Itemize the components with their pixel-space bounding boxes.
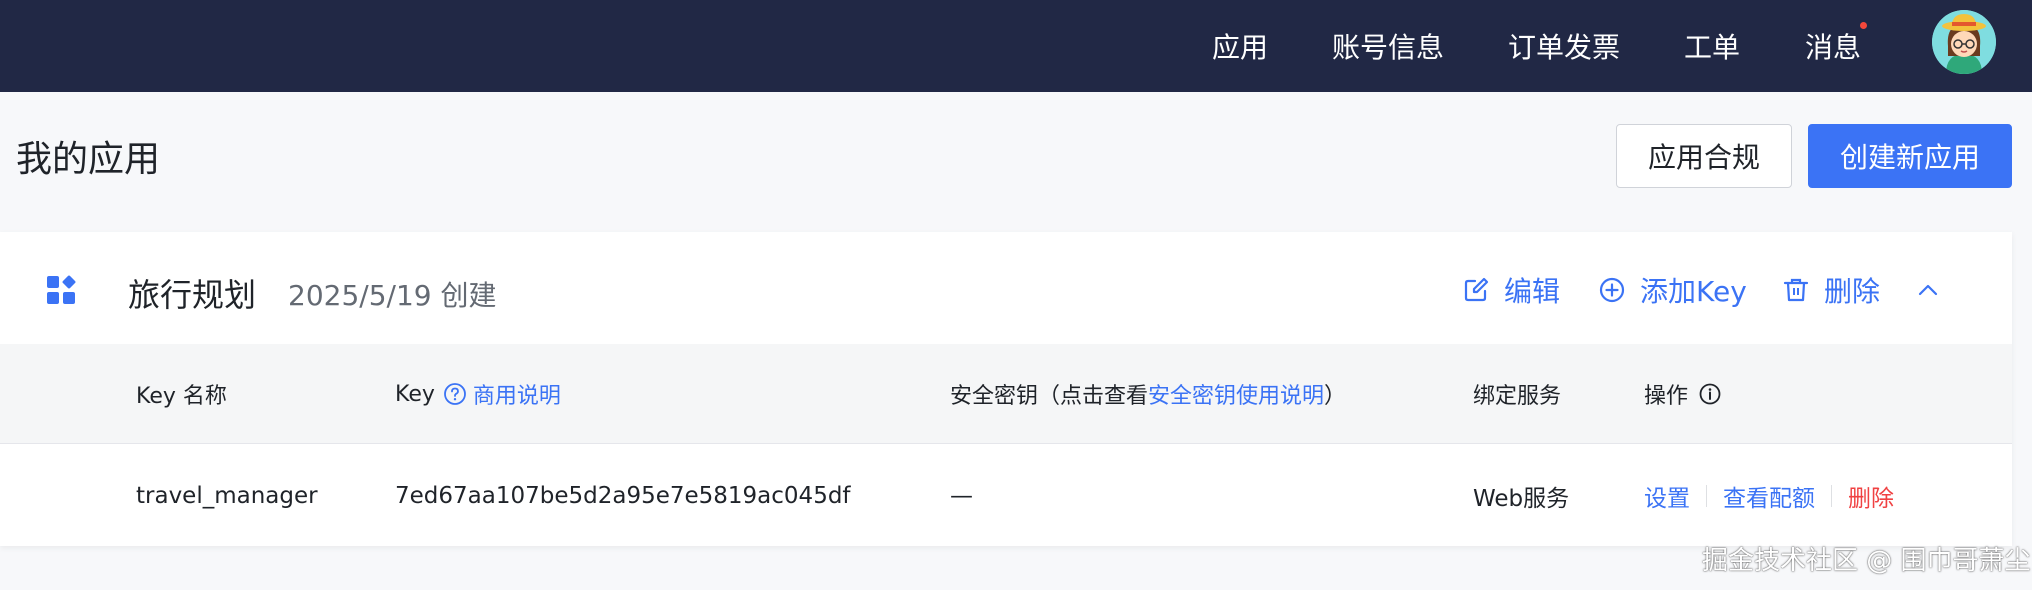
app-card: 旅行规划 2025/5/19 创建 编辑 添加Key 删除 Key 名称 Key…: [0, 232, 2012, 546]
column-header-actions: 操作: [1644, 344, 1722, 444]
app-name: 旅行规划: [128, 276, 257, 314]
commercial-usage-link[interactable]: 商用说明: [443, 378, 561, 410]
unread-badge: [1860, 22, 1867, 29]
settings-link[interactable]: 设置: [1644, 479, 1690, 513]
edit-label: 编辑: [1504, 275, 1561, 308]
nav-item-orders-invoices[interactable]: 订单发票: [1508, 0, 1620, 92]
nav-item-messages[interactable]: 消息: [1805, 0, 1861, 92]
keys-table-header: Key 名称 Key 商用说明 安全密钥（点击查看 安全密钥使用说明 ） 绑定服…: [0, 344, 2012, 444]
add-key-button[interactable]: 添加Key: [1598, 268, 1747, 312]
nav-item-tickets[interactable]: 工单: [1684, 0, 1740, 92]
edit-app-button[interactable]: 编辑: [1462, 268, 1560, 312]
actions-header-label: 操作: [1644, 384, 1689, 409]
secret-header-suffix: ）: [1324, 384, 1347, 409]
secret-usage-link[interactable]: 安全密钥使用说明: [1148, 378, 1324, 410]
trash-icon: [1783, 278, 1809, 302]
app-compliance-button[interactable]: 应用合规: [1616, 124, 1792, 188]
key-header-label: Key: [395, 381, 435, 407]
chevron-up-icon[interactable]: [1914, 276, 1942, 304]
key-name-cell: travel_manager: [136, 482, 318, 509]
key-value-cell: 7ed67aa107be5d2a95e7e5819ac045df: [395, 482, 851, 509]
column-header-key-name: Key 名称: [136, 384, 227, 409]
service-cell: Web服务: [1473, 485, 1570, 512]
secret-cell: —: [950, 482, 973, 509]
column-header-secret: 安全密钥（点击查看 安全密钥使用说明 ）: [950, 344, 1346, 444]
delete-key-link[interactable]: 删除: [1848, 479, 1894, 513]
create-app-button[interactable]: 创建新应用: [1808, 124, 2012, 188]
column-header-service: 绑定服务: [1473, 384, 1562, 409]
commercial-usage-label: 商用说明: [472, 384, 561, 409]
delete-app-button[interactable]: 删除: [1782, 268, 1880, 312]
app-created-date: 2025/5/19 创建: [288, 279, 497, 312]
page-title: 我的应用: [16, 139, 161, 180]
delete-label: 删除: [1824, 275, 1881, 308]
avatar-illustration-icon: [1932, 10, 1996, 74]
info-icon[interactable]: [1698, 382, 1722, 406]
user-avatar[interactable]: [1932, 10, 1996, 74]
column-header-key: Key 商用说明: [395, 344, 561, 444]
nav-item-apps[interactable]: 应用: [1212, 0, 1268, 92]
view-quota-link[interactable]: 查看配额: [1723, 479, 1815, 513]
watermark: 掘金技术社区 @ 围巾哥萧尘: [1702, 546, 2031, 576]
top-nav-bar: 应用 账号信息 订单发票 工单 消息: [0, 0, 2032, 92]
divider: [1831, 484, 1832, 507]
help-circle-icon: [443, 383, 466, 405]
table-row: travel_manager 7ed67aa107be5d2a95e7e5819…: [0, 445, 2012, 546]
divider: [1706, 484, 1707, 507]
row-actions: 设置 查看配额 删除: [1644, 445, 1894, 546]
plus-circle-icon: [1599, 277, 1625, 303]
add-key-label: 添加Key: [1640, 275, 1747, 308]
app-grid-icon: [47, 275, 76, 304]
secret-header-prefix: 安全密钥（点击查看: [950, 384, 1149, 409]
edit-icon: [1464, 277, 1489, 302]
nav-item-account[interactable]: 账号信息: [1332, 0, 1444, 92]
